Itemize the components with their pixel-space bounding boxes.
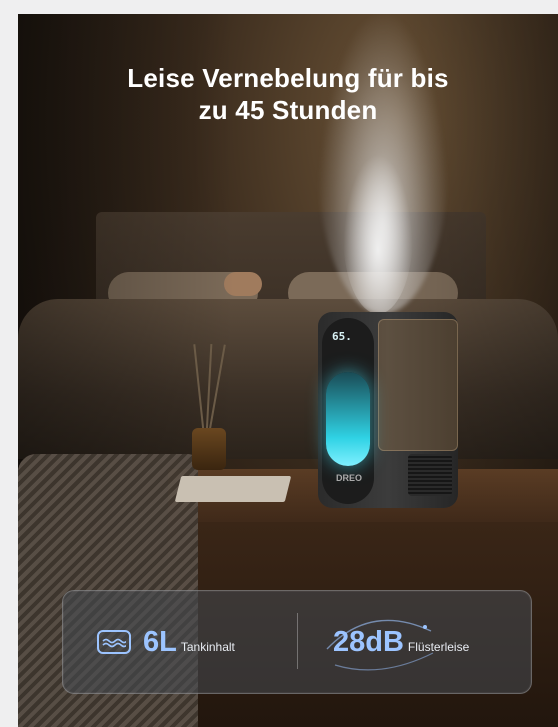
humidifier-tank	[378, 319, 458, 451]
reed-diffuser	[192, 428, 226, 470]
noise-value: 28dB	[333, 625, 404, 658]
humidifier-light	[326, 372, 370, 466]
hero-title: Leise Vernebelung für bis zu 45 Stunden	[127, 63, 449, 125]
brand-logo: DREO	[336, 473, 363, 483]
noise-feature: 28dB Flüsterleise	[333, 591, 469, 693]
feature-bar: 6L Tankinhalt 28dB Flüsterleise	[62, 590, 532, 694]
noise-label: Flüsterleise	[407, 640, 470, 654]
book	[174, 476, 292, 502]
capacity-feature: 6L Tankinhalt	[97, 591, 235, 693]
water-tank-icon	[97, 630, 131, 654]
humidity-display: 65.	[332, 330, 352, 343]
capacity-value: 6L	[143, 625, 177, 658]
divider	[297, 613, 298, 669]
mist-core	[343, 154, 413, 314]
air-grille	[408, 454, 452, 496]
capacity-label: Tankinhalt	[180, 640, 235, 654]
